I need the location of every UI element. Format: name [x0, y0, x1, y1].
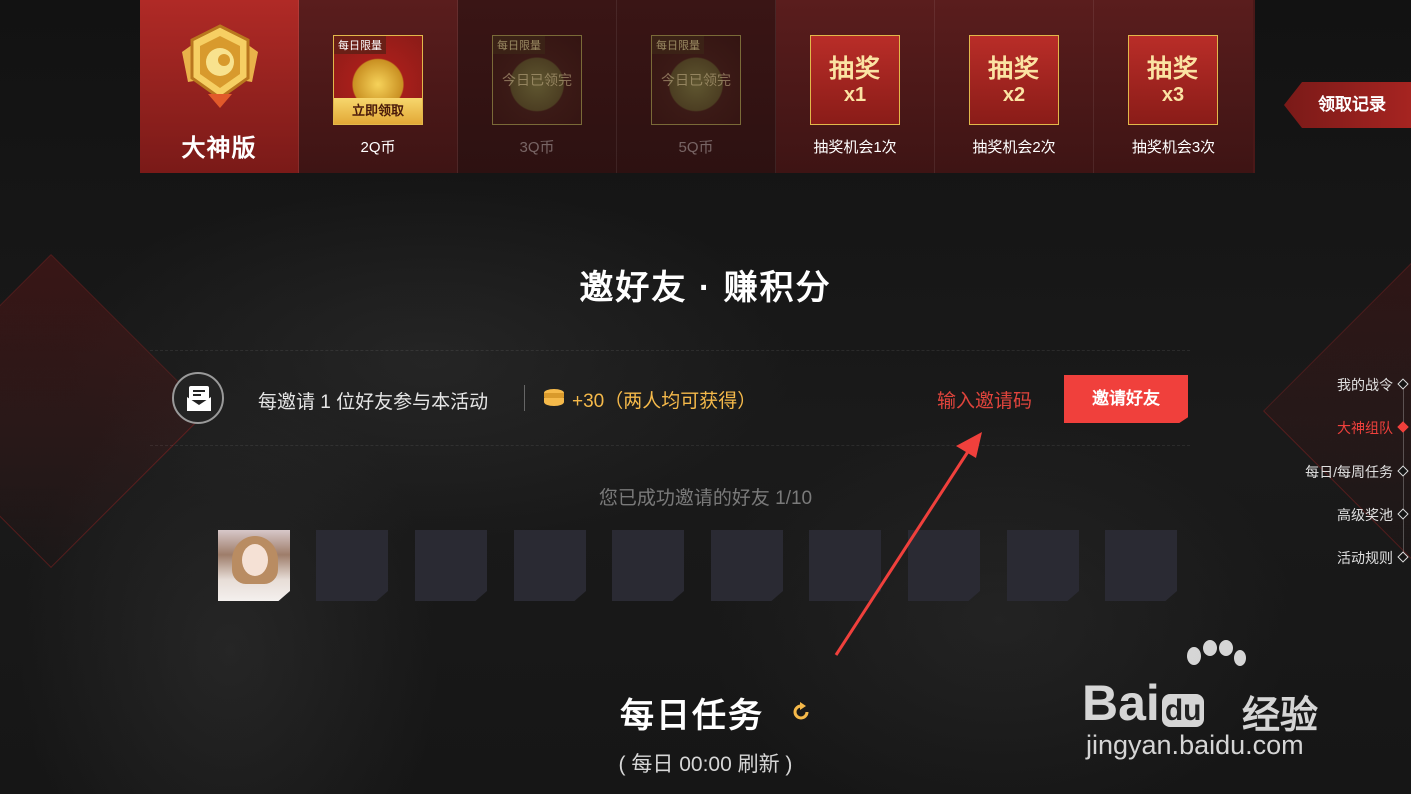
lottery-ticket-icon: 抽奖 x3 [1128, 35, 1218, 125]
sold-out-text: 今日已领完 [502, 72, 572, 88]
medal-icon [182, 24, 258, 108]
nav-item-battle-pass[interactable]: 我的战令 [1337, 375, 1393, 395]
lottery-multiplier: x3 [1161, 84, 1185, 106]
coin-stack-icon [544, 389, 564, 406]
friend-slot-empty[interactable] [316, 530, 388, 601]
reward-label: 5Q币 [678, 139, 714, 156]
friend-slot-empty[interactable] [612, 530, 684, 601]
refresh-note: ( 每日 00:00 刷新 ) [618, 753, 793, 776]
reward-strip: 大神版 每日限量 立即领取 2Q币 每日限量 今日已领完 3Q币 每日限量 今日… [140, 0, 1255, 173]
invite-friends-button[interactable]: 邀请好友 [1064, 375, 1188, 423]
nav-item-tasks[interactable]: 每日/每周任务 [1305, 462, 1393, 482]
nav-item-rules[interactable]: 活动规则 [1337, 548, 1393, 568]
friend-slot-empty[interactable] [1105, 530, 1177, 601]
invite-slots [218, 530, 1188, 601]
reward-label: 抽奖机会3次 [1131, 139, 1216, 156]
invited-count: 您已成功邀请的好友 1/10 [598, 488, 813, 509]
lottery-ticket-icon: 抽奖 x2 [969, 35, 1059, 125]
reward-cell-lottery-3[interactable]: 抽奖 x3 抽奖机会3次 [1094, 0, 1253, 173]
nav-item-prize-pool[interactable]: 高级奖池 [1337, 505, 1393, 525]
lottery-multiplier: x1 [843, 84, 867, 106]
invite-section-title: 邀好友 · 赚积分 [579, 269, 832, 307]
friend-slot-empty[interactable] [1007, 530, 1079, 601]
friend-slot-empty[interactable] [514, 530, 586, 601]
friend-slot-empty[interactable] [908, 530, 980, 601]
reward-label: 3Q币 [519, 139, 555, 156]
invite-bar: 每邀请 1 位好友参与本活动 +30（两人均可获得） 输入邀请码 邀请好友 [150, 350, 1190, 446]
friend-slot-empty[interactable] [415, 530, 487, 601]
daily-task-title: 每日任务 [620, 697, 764, 735]
badge-cell: 大神版 [140, 0, 299, 173]
reward-cell-3q: 每日限量 今日已领完 3Q币 [458, 0, 617, 173]
daily-limit-tag: 每日限量 [493, 36, 545, 54]
daily-limit-tag: 每日限量 [334, 36, 386, 54]
avatar [218, 530, 290, 601]
invite-description: 每邀请 1 位好友参与本活动 [258, 392, 489, 413]
divider [524, 385, 525, 411]
reward-cell-lottery-2[interactable]: 抽奖 x2 抽奖机会2次 [935, 0, 1094, 173]
lottery-word: 抽奖 [828, 55, 881, 83]
lottery-multiplier: x2 [1002, 84, 1026, 106]
reward-cell-5q: 每日限量 今日已领完 5Q币 [617, 0, 776, 173]
invite-mail-icon [172, 372, 224, 424]
claim-now-button[interactable]: 立即领取 [334, 98, 422, 124]
claim-record-tab[interactable]: 领取记录 [1284, 82, 1411, 128]
invite-bonus: +30（两人均可获得） [572, 391, 757, 412]
lottery-ticket-icon: 抽奖 x1 [810, 35, 900, 125]
friend-slot-filled [218, 530, 290, 601]
reward-label: 2Q币 [360, 139, 396, 156]
badge-title: 大神版 [181, 135, 257, 162]
friend-slot-empty[interactable] [809, 530, 881, 601]
reward-label: 抽奖机会1次 [813, 139, 897, 156]
lottery-word: 抽奖 [1146, 55, 1199, 83]
coin-prize-icon: 每日限量 今日已领完 [492, 35, 582, 125]
reward-label: 抽奖机会2次 [972, 139, 1056, 156]
daily-limit-tag: 每日限量 [652, 36, 704, 54]
lottery-word: 抽奖 [987, 55, 1040, 83]
reward-cell-lottery-1[interactable]: 抽奖 x1 抽奖机会1次 [776, 0, 935, 173]
coin-prize-icon: 每日限量 立即领取 [333, 35, 423, 125]
refresh-icon[interactable] [791, 702, 811, 722]
reward-cell-2q[interactable]: 每日限量 立即领取 2Q币 [299, 0, 458, 173]
sold-out-text: 今日已领完 [661, 72, 731, 88]
coin-prize-icon: 每日限量 今日已领完 [651, 35, 741, 125]
friend-slot-empty[interactable] [711, 530, 783, 601]
enter-invite-code-link[interactable]: 输入邀请码 [937, 386, 1032, 413]
nav-item-team[interactable]: 大神组队 [1337, 418, 1393, 438]
